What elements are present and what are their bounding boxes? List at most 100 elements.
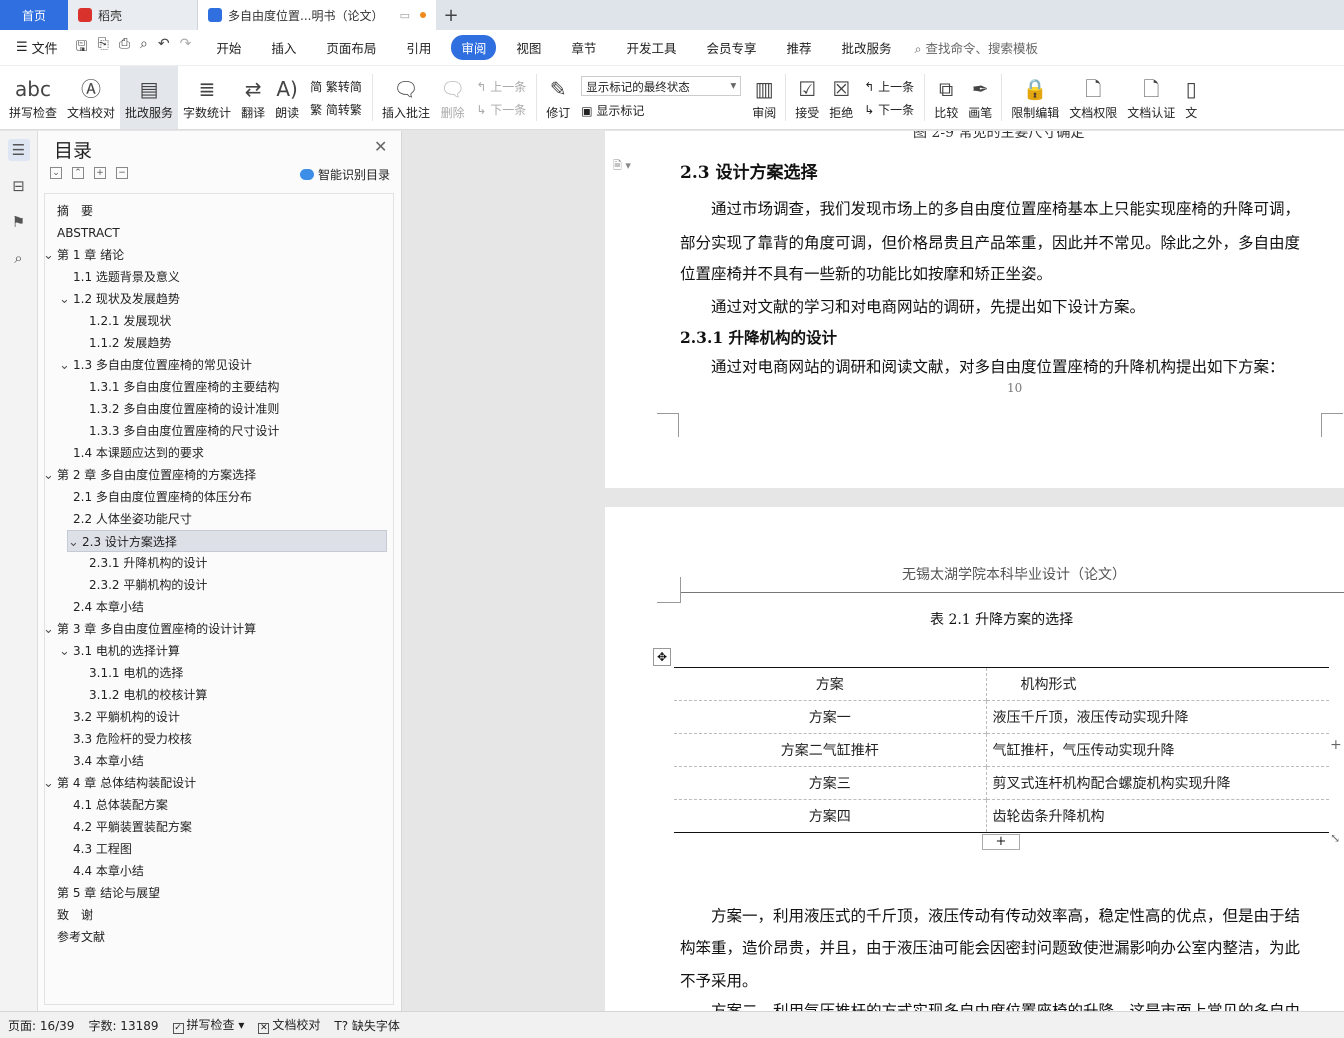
toc-item[interactable]: ⌄ 1.3 多自由度位置座椅的常见设计 bbox=[59, 354, 252, 376]
insert-comment-button[interactable]: 🗨 插入批注 bbox=[377, 66, 435, 129]
toc-item[interactable]: 3.1.2 电机的校核计算 bbox=[75, 684, 207, 706]
toc-item[interactable]: 2.3.2 平躺机构的设计 bbox=[75, 574, 207, 596]
table-move-handle-icon[interactable]: ✥ bbox=[653, 648, 671, 666]
show-markup-button[interactable]: ▣ 显示标记 bbox=[581, 102, 741, 119]
pen-button[interactable]: ✒ 画笔 bbox=[963, 66, 997, 129]
toc-item[interactable]: ABSTRACT bbox=[43, 222, 120, 244]
monitor-icon[interactable]: ▭ bbox=[400, 9, 410, 22]
toc-item[interactable]: 1.3.3 多自由度位置座椅的尺寸设计 bbox=[75, 420, 279, 442]
toc-item[interactable]: 2.2 人体坐姿功能尺寸 bbox=[59, 508, 192, 530]
add-heading-icon[interactable]: + bbox=[94, 167, 106, 179]
toc-item[interactable]: 4.3 工程图 bbox=[59, 838, 132, 860]
toc-item[interactable]: ⌄ 1.2 现状及发展趋势 bbox=[59, 288, 180, 310]
menu-member[interactable]: 会员专享 bbox=[696, 35, 766, 60]
paragraph-handle-icon[interactable]: 🗎 ▾ bbox=[613, 157, 631, 176]
toc-item[interactable]: ⌄ 第 1 章 绪论 bbox=[43, 244, 124, 266]
new-tab-button[interactable]: + bbox=[436, 0, 466, 30]
table-header-cell[interactable]: 机构形式 bbox=[986, 667, 1329, 701]
chevron-down-icon[interactable]: ⌄ bbox=[43, 465, 57, 487]
toc-item[interactable]: 2.4 本章小结 bbox=[59, 596, 144, 618]
chevron-down-icon[interactable]: ⌄ bbox=[68, 532, 82, 554]
tab-document[interactable]: 多自由度位置...明书（论文） ▭ bbox=[198, 0, 436, 30]
undo-icon[interactable]: ↶ bbox=[158, 36, 170, 60]
chevron-down-icon[interactable]: ⌄ bbox=[59, 641, 73, 663]
toc-panel-icon[interactable]: ☰ bbox=[7, 139, 30, 161]
table-resize-icon[interactable]: ⤡ bbox=[1330, 831, 1340, 845]
toc-item[interactable]: 3.1.1 电机的选择 bbox=[75, 662, 183, 684]
read-aloud-button[interactable]: A) 朗读 bbox=[270, 66, 304, 129]
document-canvas[interactable]: 图 2-9 常见的主要尺寸确定 🗎 ▾ 2.3 设计方案选择 通过市场调查，我们… bbox=[402, 131, 1344, 1011]
toc-item[interactable]: 3.3 危险杆的受力校核 bbox=[59, 728, 192, 750]
compare-button[interactable]: ⧉ 比较 bbox=[929, 66, 963, 129]
spellcheck-status[interactable]: ✓ 拼写检查 ▾ bbox=[172, 1016, 244, 1034]
table-cell[interactable]: 液压千斤顶，液压传动实现升降 bbox=[986, 700, 1329, 734]
toc-item[interactable]: 第 5 章 结论与展望 bbox=[43, 882, 160, 904]
word-count-indicator[interactable]: 字数: 13189 bbox=[88, 1017, 158, 1034]
next-revision-button[interactable]: ↳ 下一条 bbox=[864, 101, 914, 118]
redo-icon[interactable]: ↷ bbox=[180, 36, 192, 60]
accept-button[interactable]: ☑ 接受 bbox=[790, 66, 824, 129]
doc-cert-button[interactable]: 🗋 文档认证 bbox=[1122, 66, 1180, 129]
toc-item[interactable]: 3.4 本章小结 bbox=[59, 750, 144, 772]
chevron-down-icon[interactable]: ⌄ bbox=[43, 619, 57, 641]
toc-item[interactable]: 1.2.1 发展现状 bbox=[75, 310, 171, 332]
doc-more-button[interactable]: ▯ 文 bbox=[1180, 66, 1202, 129]
markup-state-select[interactable]: 显示标记的最终状态 bbox=[581, 76, 742, 96]
table-cell[interactable]: 方案二气缸推杆 bbox=[674, 733, 987, 767]
save-icon[interactable]: 🖫 bbox=[76, 36, 88, 60]
preview-icon[interactable]: ⌕ bbox=[140, 36, 148, 60]
export-icon[interactable]: ⎘ bbox=[98, 36, 109, 60]
menu-home[interactable]: 开始 bbox=[206, 35, 251, 60]
toc-item[interactable]: 2.1 多自由度位置座椅的体压分布 bbox=[59, 486, 252, 508]
menu-chapter[interactable]: 章节 bbox=[561, 35, 606, 60]
toc-item[interactable]: 1.3.2 多自由度位置座椅的设计准则 bbox=[75, 398, 279, 420]
collapse-all-icon[interactable]: ⌄ bbox=[50, 167, 62, 179]
table-header-cell[interactable]: 方案 bbox=[674, 667, 987, 701]
chevron-down-icon[interactable]: ⌄ bbox=[59, 355, 73, 377]
menu-dev-tools[interactable]: 开发工具 bbox=[616, 35, 686, 60]
translate-button[interactable]: ⇄ 翻译 bbox=[236, 66, 270, 129]
toc-item[interactable]: ⌄ 第 3 章 多自由度位置座椅的设计计算 bbox=[43, 618, 256, 640]
toc-item[interactable]: 2.3.1 升降机构的设计 bbox=[75, 552, 207, 574]
bookmark-icon[interactable]: ⚑ bbox=[8, 211, 30, 233]
prev-comment-button[interactable]: ↰ 上一条 bbox=[476, 78, 526, 95]
menu-correct-service[interactable]: 批改服务 bbox=[831, 35, 901, 60]
toc-item[interactable]: 1.1 选题背景及意义 bbox=[59, 266, 180, 288]
next-comment-button[interactable]: ↳ 下一条 bbox=[476, 101, 526, 118]
missing-font-status[interactable]: T? 缺失字体 bbox=[334, 1017, 400, 1034]
page-indicator[interactable]: 页面: 16/39 bbox=[8, 1017, 74, 1034]
chevron-down-icon[interactable]: ⌄ bbox=[43, 245, 57, 267]
menu-view[interactable]: 视图 bbox=[506, 35, 551, 60]
toc-item[interactable]: 4.2 平躺装置装配方案 bbox=[59, 816, 192, 838]
toc-item[interactable]: 摘 要 bbox=[43, 200, 93, 222]
doc-permission-button[interactable]: 🗋 文档权限 bbox=[1064, 66, 1122, 129]
menu-review[interactable]: 审阅 bbox=[451, 35, 497, 60]
menu-recommend[interactable]: 推荐 bbox=[776, 35, 821, 60]
toc-item[interactable]: 1.1.2 发展趋势 bbox=[75, 332, 171, 354]
doc-proof-button[interactable]: Ⓐ 文档校对 bbox=[62, 66, 120, 129]
chapter-nav-icon[interactable]: ⊟ bbox=[8, 175, 30, 197]
file-menu[interactable]: ☰ 文件 bbox=[8, 38, 66, 57]
menu-insert[interactable]: 插入 bbox=[261, 35, 306, 60]
chevron-down-icon[interactable]: ⌄ bbox=[59, 289, 73, 311]
expand-all-icon[interactable]: ⌃ bbox=[72, 167, 84, 179]
delete-comment-button[interactable]: 🗨 删除 bbox=[435, 66, 470, 129]
prev-revision-button[interactable]: ↰ 上一条 bbox=[864, 78, 914, 95]
smart-toc-button[interactable]: 智能识别目录 bbox=[300, 166, 390, 183]
review-pane-button[interactable]: ▥ 审阅 bbox=[747, 66, 781, 129]
table-cell[interactable]: 剪叉式连杆机构配合螺旋机构实现升降 bbox=[986, 766, 1329, 800]
revise-button[interactable]: ✎ 修订 bbox=[541, 66, 575, 129]
print-icon[interactable]: ⎙ bbox=[119, 36, 130, 60]
trad-to-simp-button[interactable]: 简 繁转简 bbox=[310, 78, 362, 95]
menu-references[interactable]: 引用 bbox=[396, 35, 441, 60]
tab-daoke[interactable]: 稻壳 bbox=[68, 0, 198, 30]
toc-item[interactable]: 1.4 本课题应达到的要求 bbox=[59, 442, 204, 464]
toc-item[interactable]: ⌄ 2.3 设计方案选择 bbox=[67, 530, 387, 552]
spellcheck-button[interactable]: abc 拼写检查 bbox=[4, 66, 62, 129]
toc-item[interactable]: 1.3.1 多自由度位置座椅的主要结构 bbox=[75, 376, 279, 398]
chevron-down-icon[interactable]: ⌄ bbox=[43, 773, 57, 795]
toc-item[interactable]: ⌄ 第 2 章 多自由度位置座椅的方案选择 bbox=[43, 464, 256, 486]
remove-heading-icon[interactable]: − bbox=[116, 167, 128, 179]
correct-service-button[interactable]: ▤ 批改服务 bbox=[120, 66, 179, 129]
word-count-button[interactable]: ≣ 字数统计 bbox=[178, 66, 236, 129]
